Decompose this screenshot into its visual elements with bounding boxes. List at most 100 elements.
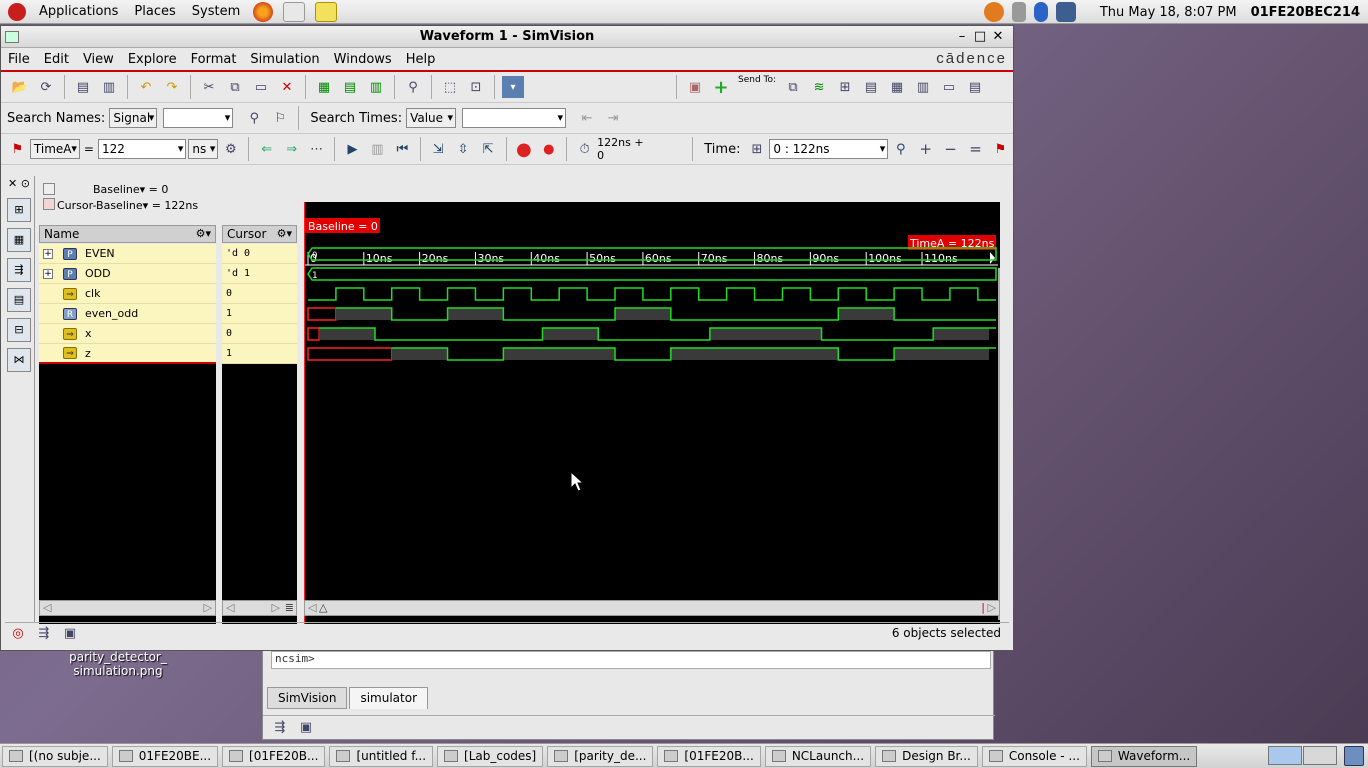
step-in-icon[interactable]: ⇲ bbox=[428, 138, 449, 160]
search-prev-icon[interactable]: ⇤ bbox=[576, 107, 598, 129]
tab-simulator[interactable]: simulator bbox=[349, 687, 429, 709]
clock[interactable]: Thu May 18, 8:07 PM bbox=[1100, 5, 1237, 20]
marker-flag-icon[interactable]: ⚑ bbox=[7, 138, 28, 160]
cursor-time-input[interactable]: 122 bbox=[97, 139, 187, 159]
rail-compare-icon[interactable]: ⋈ bbox=[7, 348, 31, 372]
send-to-console-icon[interactable]: ▤ bbox=[964, 76, 986, 98]
cursor-baseline-dropdown-icon[interactable]: ▾ bbox=[143, 199, 149, 212]
taskbar-button[interactable]: [Lab_codes] bbox=[437, 745, 544, 767]
search-names-find-icon[interactable]: ⚲ bbox=[243, 107, 265, 129]
network-tray-icon[interactable] bbox=[1055, 2, 1076, 22]
expand-icon[interactable]: + bbox=[43, 248, 53, 259]
time-range-options-icon[interactable]: ⊞ bbox=[746, 138, 767, 160]
cursor-value-row-even[interactable]: 'd 0 bbox=[222, 244, 297, 264]
bluetooth-tray-icon[interactable] bbox=[1033, 2, 1048, 22]
bus-icon[interactable]: ▤ bbox=[339, 76, 361, 98]
cursor-select[interactable]: TimeA bbox=[29, 139, 80, 159]
time-range-select[interactable]: 0 : 122ns bbox=[769, 139, 889, 159]
desktop-file-parity-detector[interactable]: parity_detector_ simulation.png bbox=[66, 650, 170, 678]
search-next-icon[interactable]: ⇥ bbox=[602, 107, 624, 129]
names-hscrollbar[interactable]: ◁ ▷ bbox=[39, 600, 216, 616]
print-icon[interactable]: ▥ bbox=[98, 76, 120, 98]
rail-registers-icon[interactable]: ▤ bbox=[7, 288, 31, 312]
format-icon[interactable]: ▾ bbox=[502, 76, 524, 98]
send-to-source-icon[interactable]: ▭ bbox=[938, 76, 960, 98]
menu-system[interactable]: System bbox=[184, 0, 248, 24]
workspace-switcher[interactable] bbox=[1268, 746, 1338, 765]
window-titlebar[interactable]: Waveform 1 - SimVision – □ ✕ bbox=[1, 26, 1013, 48]
console-input[interactable]: ncsim> bbox=[271, 651, 991, 669]
waveform-svg[interactable]: Baseline = 0TimeA = 122ns0 10ns 20ns 30ns 40… bbox=[304, 202, 1000, 624]
trash-icon[interactable] bbox=[1344, 746, 1364, 766]
cursor-column-gear-icon[interactable]: ⚙▾ bbox=[277, 226, 292, 242]
notes-launcher-icon[interactable] bbox=[315, 1, 338, 22]
taskbar-button[interactable]: [parity_de... bbox=[547, 745, 654, 767]
step-over-icon[interactable]: ⇳ bbox=[453, 138, 474, 160]
menu-view[interactable]: View bbox=[76, 52, 121, 67]
zoom-out-icon[interactable]: − bbox=[940, 138, 961, 160]
find-icon[interactable]: ⚲ bbox=[402, 76, 424, 98]
stop-options-icon[interactable]: ● bbox=[538, 138, 559, 160]
menu-edit[interactable]: Edit bbox=[37, 52, 76, 67]
run-icon[interactable]: ▶ bbox=[342, 138, 363, 160]
window-app-icon[interactable] bbox=[5, 31, 19, 43]
scroll-right-icon[interactable]: ▷ bbox=[272, 601, 280, 614]
maximize-button[interactable]: □ bbox=[971, 26, 989, 48]
redhat-logo-icon[interactable] bbox=[8, 2, 26, 21]
stop-icon[interactable]: ● bbox=[513, 138, 534, 160]
send-to-register-icon[interactable]: ▤ bbox=[860, 76, 882, 98]
reload-db-icon[interactable]: ⟳ bbox=[35, 76, 57, 98]
rail-schematic-icon[interactable]: ▦ bbox=[7, 228, 31, 252]
column-list-icon[interactable]: ≣ bbox=[285, 601, 294, 614]
search-names-mode-select[interactable]: Signal bbox=[109, 108, 158, 128]
rail-hierarchy-icon[interactable]: ⇶ bbox=[7, 258, 31, 282]
baseline-label[interactable]: Baseline bbox=[93, 183, 140, 196]
taskbar-button[interactable]: [untitled f... bbox=[329, 745, 434, 767]
step-out-icon[interactable]: ⇱ bbox=[478, 138, 499, 160]
send-to-table-icon[interactable]: ▥ bbox=[912, 76, 934, 98]
name-column-gear-icon[interactable]: ⚙▾ bbox=[196, 226, 211, 242]
signal-row-x[interactable]: ⇒ x bbox=[39, 324, 216, 344]
cursor-column-header[interactable]: Cursor ⚙▾ bbox=[222, 225, 297, 243]
add-icon[interactable]: + bbox=[710, 76, 732, 98]
menu-applications[interactable]: Applications bbox=[31, 0, 126, 24]
menu-file[interactable]: File bbox=[1, 52, 37, 67]
send-to-browser-icon[interactable]: ⧉ bbox=[782, 76, 804, 98]
cursor-unit-select[interactable]: ns bbox=[188, 139, 219, 159]
save-icon[interactable]: ▤ bbox=[72, 76, 94, 98]
zoom-in-icon[interactable]: + bbox=[915, 138, 936, 160]
open-db-icon[interactable]: 📂 bbox=[9, 76, 31, 98]
cursor-options-icon[interactable]: ⚙ bbox=[220, 138, 241, 160]
delete-icon[interactable]: ✕ bbox=[276, 76, 298, 98]
send-to-memory-icon[interactable]: ▦ bbox=[886, 76, 908, 98]
cursor-value-row-z[interactable]: 1 bbox=[222, 344, 297, 364]
cursor-value-row-x[interactable]: 0 bbox=[222, 324, 297, 344]
taskbar-button[interactable]: Console - ... bbox=[981, 745, 1087, 767]
cursor-value-row-odd[interactable]: 'd 1 bbox=[222, 264, 297, 284]
zoom-fit-icon[interactable]: ⊡ bbox=[465, 76, 487, 98]
menu-windows[interactable]: Windows bbox=[327, 52, 399, 67]
volume-tray-icon[interactable] bbox=[1011, 2, 1026, 22]
save-icon[interactable]: ▣ bbox=[295, 717, 317, 739]
signal-row-even[interactable]: + P EVEN bbox=[39, 244, 216, 264]
search-times-input[interactable] bbox=[462, 108, 567, 128]
scroll-thumb-start[interactable]: △ bbox=[319, 601, 327, 614]
taskbar-button[interactable]: Waveform... bbox=[1090, 745, 1198, 767]
send-to-waveform-icon[interactable]: ≋ bbox=[808, 76, 830, 98]
bus-wave-odd[interactable] bbox=[307, 267, 997, 281]
signal-row-odd[interactable]: + P ODD bbox=[39, 264, 216, 284]
zoom-select-icon[interactable]: ⬚ bbox=[439, 76, 461, 98]
cursor-hscrollbar[interactable]: ◁ ▷ ≣ bbox=[222, 600, 297, 616]
signal-row-clk[interactable]: ⇒ clk bbox=[39, 284, 216, 304]
paste-icon[interactable]: ▭ bbox=[250, 76, 272, 98]
tab-simvision[interactable]: SimVision bbox=[267, 687, 348, 709]
firefox-launcher-icon[interactable] bbox=[253, 1, 274, 22]
step-icon[interactable]: ▥ bbox=[367, 138, 388, 160]
group-icon[interactable]: ▦ bbox=[313, 76, 335, 98]
rail-design-browser-icon[interactable]: ⊞ bbox=[7, 198, 31, 222]
taskbar-button[interactable]: Design Br... bbox=[875, 745, 978, 767]
menu-explore[interactable]: Explore bbox=[121, 52, 184, 67]
taskbar-button[interactable]: [01FE20B... bbox=[657, 745, 761, 767]
menu-help[interactable]: Help bbox=[399, 52, 443, 67]
signal-row-even_odd[interactable]: Reven_odd bbox=[39, 304, 216, 324]
